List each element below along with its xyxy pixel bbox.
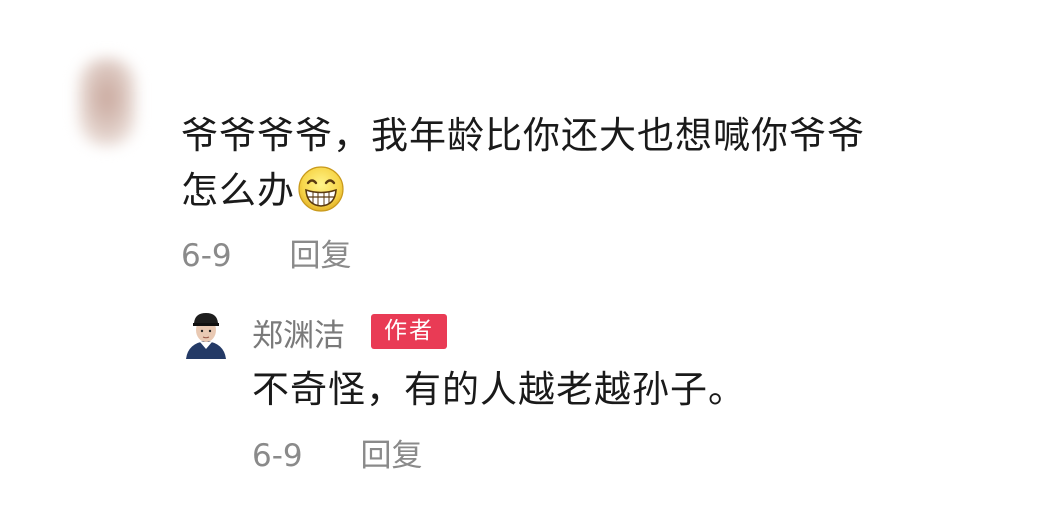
grinning-face-emoji-icon: [298, 166, 344, 212]
comment-text-line-1: 爷爷爷爷，我年龄比你还大也想喊你爷爷: [181, 114, 865, 157]
comment-text-line-2: 怎么办: [181, 169, 295, 212]
comment-text-line-2-wrap: 怎么办: [181, 163, 941, 218]
reply-meta: 6-9 回复: [252, 430, 423, 475]
comment-meta: 6-9 回复: [181, 230, 352, 275]
commenter-avatar[interactable]: [78, 58, 136, 146]
author-badge: 作者: [371, 314, 447, 349]
reply-date: 6-9: [252, 438, 303, 474]
author-avatar[interactable]: [184, 309, 228, 359]
comment-thread: 爷爷爷爷，我年龄比你还大也想喊你爷爷 怎么办 6-9 回复 郑渊洁 作者 不奇怪…: [0, 0, 1064, 521]
comment-reply-button[interactable]: 回复: [290, 230, 352, 275]
comment-date: 6-9: [181, 238, 232, 274]
reply-text: 不奇怪，有的人越老越孙子。: [252, 368, 746, 411]
reply-reply-button[interactable]: 回复: [361, 430, 423, 475]
comment-text: 爷爷爷爷，我年龄比你还大也想喊你爷爷 怎么办: [181, 108, 941, 218]
reply-author-name[interactable]: 郑渊洁: [252, 310, 345, 355]
